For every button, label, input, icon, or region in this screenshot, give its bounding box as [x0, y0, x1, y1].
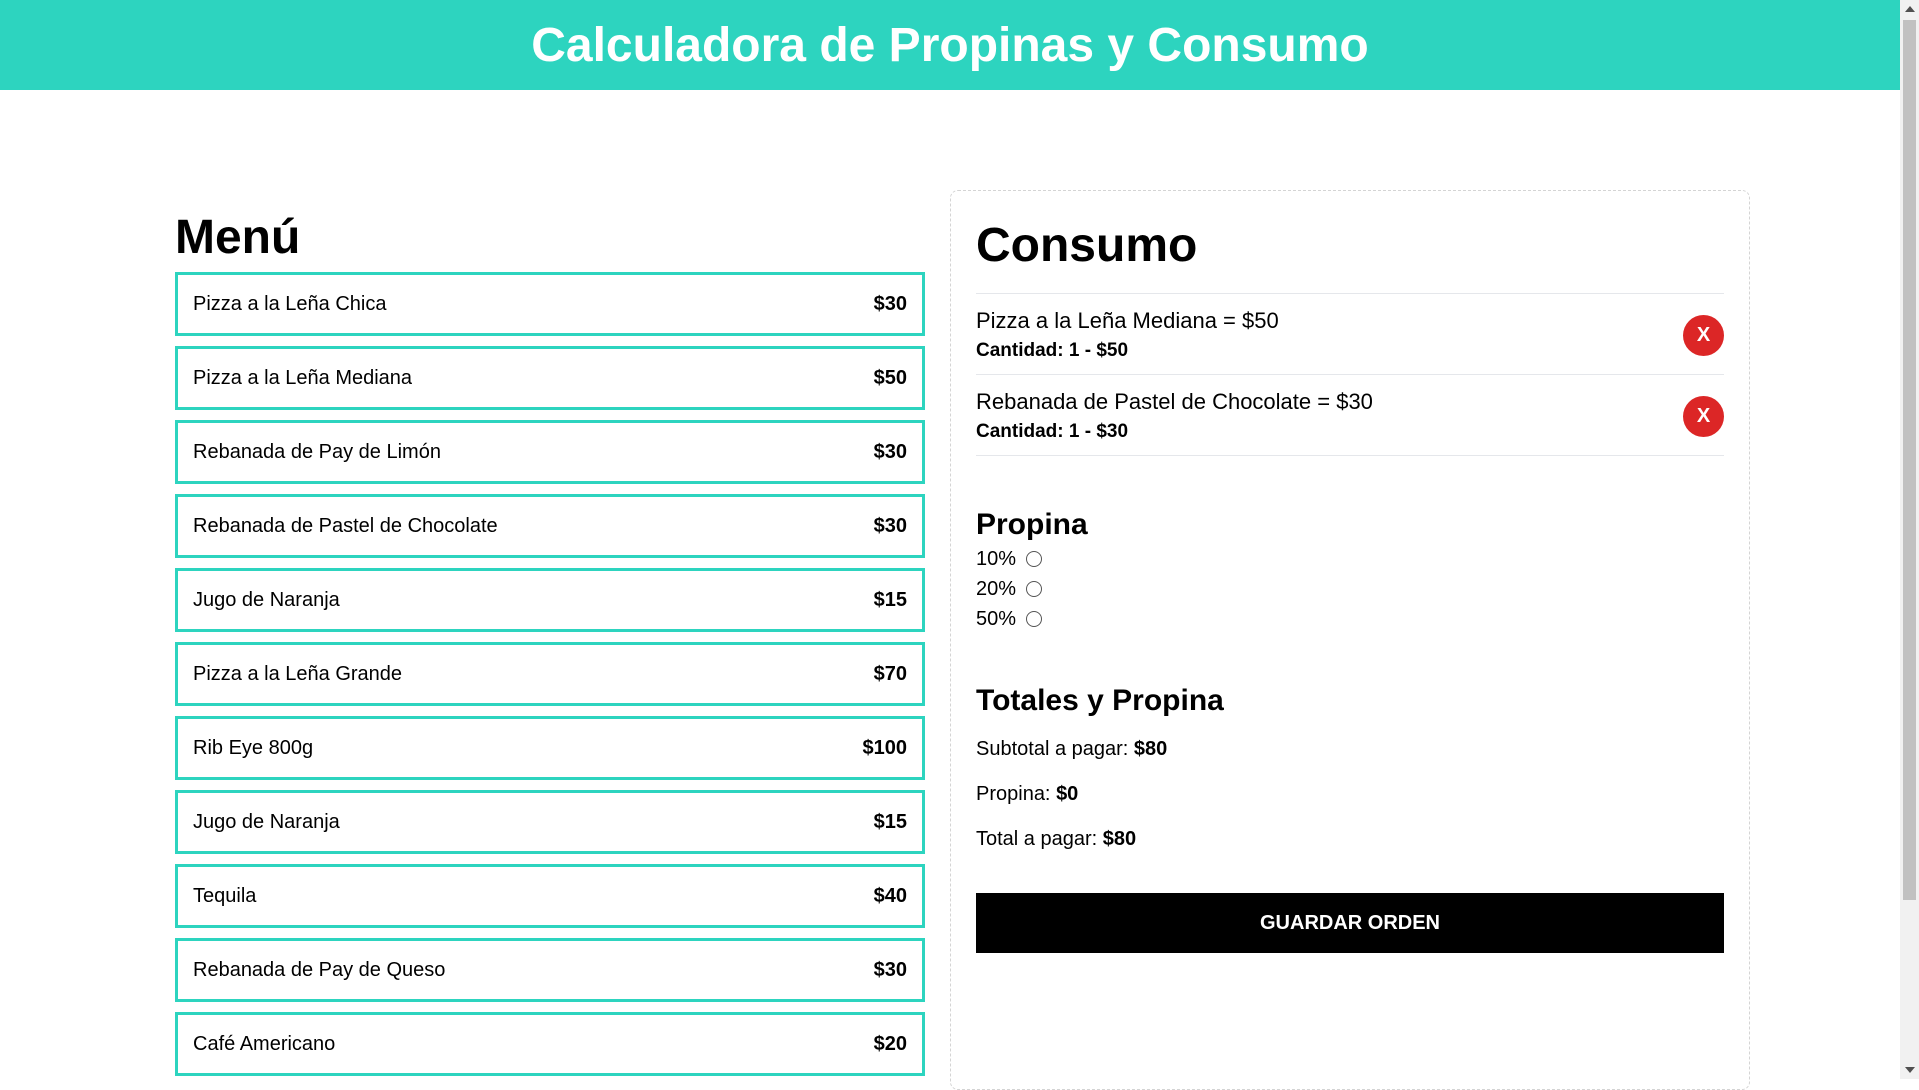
menu-item[interactable]: Rebanada de Pay de Queso $30 — [175, 938, 925, 1002]
menu-item-name: Rebanada de Pay de Queso — [193, 958, 446, 981]
menu-item[interactable]: Rebanada de Pastel de Chocolate $30 — [175, 494, 925, 558]
menu-item-name: Tequila — [193, 884, 257, 907]
menu-item-name: Rebanada de Pay de Limón — [193, 440, 441, 463]
menu-title: Menú — [175, 211, 301, 264]
save-order-button[interactable]: GUARDAR ORDEN — [976, 893, 1724, 953]
tip-option-label: 50% — [976, 607, 1017, 630]
menu-item[interactable]: Jugo de Naranja $15 — [175, 568, 925, 632]
menu-item-price: $15 — [873, 588, 907, 611]
order-item-label: Pizza a la Leña Mediana = $50 — [976, 308, 1279, 333]
order-item-label: Rebanada de Pastel de Chocolate = $30 — [976, 389, 1373, 414]
totals-title: Totales y Propina — [976, 684, 1224, 717]
menu-item-name: Rib Eye 800g — [193, 736, 314, 759]
order-item-quantity: Cantidad: 1 - $50 — [976, 340, 1129, 361]
menu-item[interactable]: Pizza a la Leña Mediana $50 — [175, 346, 925, 410]
scrollbar-thumb[interactable] — [1903, 20, 1916, 900]
totals-section: Totales y Propina Subtotal a pagar: $80 … — [976, 684, 1724, 851]
tip-amount-line: Propina: $0 — [976, 783, 1724, 806]
total-line: Total a pagar: $80 — [976, 828, 1724, 851]
menu-item-name: Jugo de Naranja — [193, 588, 340, 611]
menu-item[interactable]: Rib Eye 800g $100 — [175, 716, 925, 780]
menu-item-price: $20 — [873, 1032, 907, 1055]
order-item-details: Pizza a la Leña Mediana = $50 Cantidad: … — [976, 308, 1279, 362]
order-item: Rebanada de Pastel de Chocolate = $30 Ca… — [976, 375, 1724, 456]
menu-item-price: $30 — [873, 292, 907, 315]
tip-title: Propina — [976, 508, 1088, 541]
tip-amount-label: Propina: — [976, 783, 1057, 805]
menu-item-name: Rebanada de Pastel de Chocolate — [193, 514, 498, 537]
tip-option[interactable]: 20% — [976, 574, 1724, 604]
total-label: Total a pagar: — [976, 828, 1103, 850]
scroll-down-arrow-icon[interactable] — [1905, 1067, 1915, 1073]
menu-list: Pizza a la Leña Chica $30 Pizza a la Leñ… — [175, 272, 925, 1076]
menu-section: Menú Pizza a la Leña Chica $30 Pizza a l… — [175, 210, 925, 1086]
scroll-up-arrow-icon[interactable] — [1905, 6, 1915, 12]
menu-item-name: Pizza a la Leña Grande — [193, 662, 403, 685]
tip-option[interactable]: 50% — [976, 604, 1724, 634]
remove-item-button[interactable]: X — [1683, 395, 1724, 437]
menu-item-name: Jugo de Naranja — [193, 810, 340, 833]
menu-item[interactable]: Café Americano $20 — [175, 1012, 925, 1076]
subtotal-line: Subtotal a pagar: $80 — [976, 738, 1724, 761]
tip-section: Propina 10% 20% 50% — [976, 508, 1724, 634]
order-list: Pizza a la Leña Mediana = $50 Cantidad: … — [976, 293, 1724, 456]
tip-option-label: 20% — [976, 577, 1017, 600]
tip-option-label: 10% — [976, 547, 1017, 570]
tip-option[interactable]: 10% — [976, 544, 1724, 574]
remove-item-button[interactable]: X — [1683, 314, 1724, 356]
menu-item-price: $70 — [873, 662, 907, 685]
menu-item[interactable]: Jugo de Naranja $15 — [175, 790, 925, 854]
page-title: Calculadora de Propinas y Consumo — [531, 18, 1369, 72]
order-item: Pizza a la Leña Mediana = $50 Cantidad: … — [976, 294, 1724, 375]
menu-item-price: $15 — [873, 810, 907, 833]
menu-item[interactable]: Pizza a la Leña Chica $30 — [175, 272, 925, 336]
menu-item[interactable]: Tequila $40 — [175, 864, 925, 928]
tip-amount-value: $0 — [1056, 783, 1079, 805]
subtotal-value: $80 — [1133, 738, 1168, 760]
menu-item-price: $50 — [873, 366, 907, 389]
menu-item-name: Pizza a la Leña Mediana — [193, 366, 413, 389]
scrollbar[interactable] — [1900, 0, 1919, 1079]
order-item-details: Rebanada de Pastel de Chocolate = $30 Ca… — [976, 389, 1373, 443]
order-item-quantity: Cantidad: 1 - $30 — [976, 421, 1129, 442]
menu-item-price: $30 — [873, 514, 907, 537]
tip-radio[interactable] — [1026, 611, 1043, 627]
consumo-title: Consumo — [976, 219, 1198, 272]
menu-item-name: Café Americano — [193, 1032, 336, 1055]
total-value: $80 — [1102, 828, 1137, 850]
menu-item[interactable]: Pizza a la Leña Grande $70 — [175, 642, 925, 706]
consumo-panel: Consumo Pizza a la Leña Mediana = $50 Ca… — [950, 190, 1750, 1090]
menu-item-price: $30 — [873, 958, 907, 981]
menu-item-price: $100 — [862, 736, 908, 759]
menu-item-name: Pizza a la Leña Chica — [193, 292, 387, 315]
tip-radio[interactable] — [1026, 581, 1043, 597]
menu-item[interactable]: Rebanada de Pay de Limón $30 — [175, 420, 925, 484]
menu-item-price: $40 — [873, 884, 907, 907]
tip-radio[interactable] — [1026, 551, 1043, 567]
app-header: Calculadora de Propinas y Consumo — [0, 0, 1900, 90]
menu-item-price: $30 — [873, 440, 907, 463]
subtotal-label: Subtotal a pagar: — [976, 738, 1134, 760]
